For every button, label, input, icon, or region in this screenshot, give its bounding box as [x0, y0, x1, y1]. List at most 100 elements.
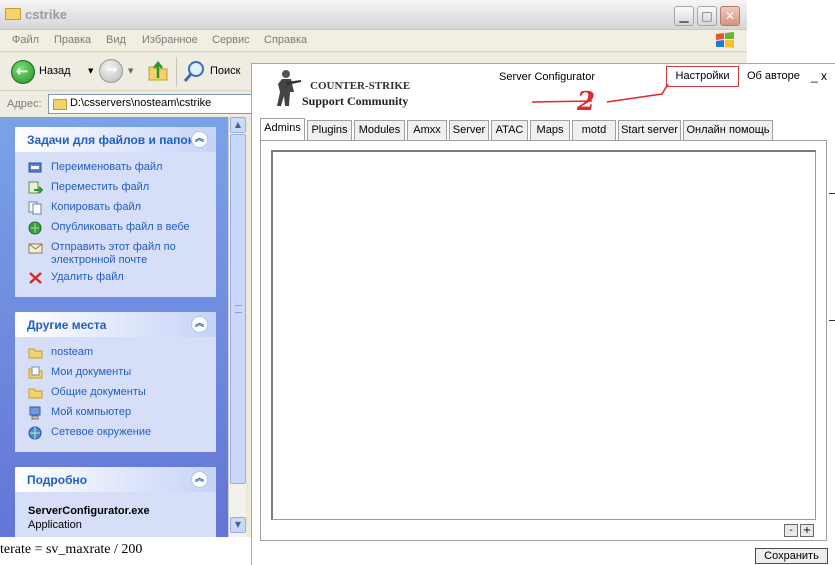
- address-value: D:\csservers\nosteam\cstrike: [70, 97, 212, 109]
- file-type: Application: [28, 519, 82, 531]
- place-nosteam[interactable]: nosteam: [15, 343, 216, 363]
- tab-admins[interactable]: Admins: [260, 118, 305, 140]
- task-move[interactable]: Переместить файл: [15, 178, 216, 198]
- edge-mark: [829, 320, 835, 321]
- menu-bar: Файл Правка Вид Избранное Сервис Справка: [0, 30, 747, 52]
- chevron-down-icon[interactable]: ▼: [128, 67, 133, 75]
- place-my-documents[interactable]: Мои документы: [15, 363, 216, 383]
- task-rename[interactable]: Переименовать файл: [15, 158, 216, 178]
- edge-mark: [829, 193, 835, 194]
- task-label: Отправить этот файл по электронной почте: [51, 241, 176, 266]
- tab-server[interactable]: Server: [449, 120, 489, 140]
- chevron-down-icon[interactable]: ▼: [88, 67, 93, 75]
- move-icon: [28, 181, 43, 194]
- delete-icon: [29, 272, 42, 284]
- collapse-icon[interactable]: ︽: [191, 471, 208, 488]
- task-delete[interactable]: Удалить файл: [15, 268, 216, 288]
- copy-icon: [28, 201, 42, 215]
- panel-header[interactable]: Другие места ︽: [15, 312, 216, 337]
- tab-bar: Admins Plugins Modules Amxx Server ATAC …: [260, 118, 780, 140]
- task-copy[interactable]: Копировать файл: [15, 198, 216, 218]
- logo-subtitle: Support Community: [302, 94, 409, 108]
- task-publish[interactable]: Опубликовать файл в вебе: [15, 218, 216, 238]
- place-label: Мой компьютер: [51, 406, 132, 418]
- search-label[interactable]: Поиск: [210, 65, 240, 77]
- publish-web-icon: [28, 221, 42, 235]
- configurator-title: Server Configurator: [499, 71, 595, 83]
- task-label: Переименовать файл: [51, 161, 163, 173]
- collapse-icon[interactable]: ︽: [191, 316, 208, 333]
- place-label: Сетевое окружение: [51, 426, 152, 438]
- tab-motd[interactable]: motd: [572, 120, 616, 140]
- minimize-button[interactable]: ▁: [674, 6, 694, 26]
- rename-icon: [28, 162, 42, 173]
- maximize-button[interactable]: □: [697, 6, 717, 26]
- tab-amxx[interactable]: Amxx: [407, 120, 447, 140]
- admins-text-area[interactable]: [271, 150, 816, 520]
- panel-header[interactable]: Задачи для файлов и папок ︽: [15, 127, 216, 152]
- tab-maps[interactable]: Maps: [530, 120, 570, 140]
- shared-documents-icon: [28, 388, 43, 399]
- menu-edit[interactable]: Правка: [54, 34, 91, 46]
- scroll-up-icon[interactable]: ▲: [230, 117, 246, 133]
- tab-content: - +: [260, 140, 827, 541]
- place-network[interactable]: Сетевое окружение: [15, 423, 216, 443]
- search-icon[interactable]: [183, 60, 207, 84]
- collapse-icon[interactable]: ︽: [191, 131, 208, 148]
- counter-strike-logo: COUNTER-STRIKE Support Community: [272, 68, 412, 112]
- menu-tools[interactable]: Сервис: [212, 34, 250, 46]
- task-label: Опубликовать файл в вебе: [51, 221, 190, 233]
- place-shared-documents[interactable]: Общие документы: [15, 383, 216, 403]
- grip-icon: [235, 305, 242, 313]
- tab-modules[interactable]: Modules: [354, 120, 405, 140]
- tab-start-server[interactable]: Start server: [618, 120, 681, 140]
- tab-atac[interactable]: ATAC: [491, 120, 528, 140]
- save-button[interactable]: Сохранить: [755, 548, 828, 564]
- window-title: cstrike: [25, 7, 67, 22]
- folder-up-icon[interactable]: [146, 59, 170, 83]
- place-my-computer[interactable]: Мой компьютер: [15, 403, 216, 423]
- annotation-label: 2: [576, 87, 595, 117]
- place-label: Мои документы: [51, 366, 132, 378]
- scroll-down-icon[interactable]: ▼: [230, 517, 246, 533]
- tab-plugins[interactable]: Plugins: [307, 120, 352, 140]
- add-button[interactable]: +: [800, 524, 814, 537]
- address-label: Адрес:: [7, 98, 42, 110]
- soldier-logo-icon: [277, 70, 301, 106]
- details-panel: Подробно ︽ ServerConfigurator.exe Applic…: [15, 467, 216, 537]
- file-tasks-panel: Задачи для файлов и папок ︽ Переименоват…: [15, 127, 216, 297]
- email-icon: [28, 243, 43, 254]
- menu-help[interactable]: Справка: [264, 34, 307, 46]
- panel-header[interactable]: Подробно ︽: [15, 467, 216, 492]
- task-label: Удалить файл: [51, 271, 124, 283]
- place-label: Общие документы: [51, 386, 146, 398]
- task-label: Копировать файл: [51, 201, 142, 213]
- back-arrow-icon: ←: [11, 60, 35, 84]
- my-documents-icon: [28, 366, 43, 379]
- folder-icon: [5, 8, 21, 20]
- menu-view[interactable]: Вид: [106, 34, 126, 46]
- about-link[interactable]: Об авторе: [747, 70, 800, 82]
- server-configurator-window: COUNTER-STRIKE Support Community Server …: [251, 63, 835, 565]
- scroll-thumb[interactable]: [230, 134, 246, 484]
- close-icon: ✕: [724, 9, 736, 23]
- menu-file[interactable]: Файл: [12, 34, 39, 46]
- back-label: Назад: [39, 65, 71, 77]
- menu-favorites[interactable]: Избранное: [142, 34, 198, 46]
- close-link[interactable]: x: [821, 69, 827, 83]
- minimize-icon: ▁: [679, 9, 689, 23]
- back-button[interactable]: ← Назад ▼: [8, 59, 93, 85]
- file-name: ServerConfigurator.exe: [28, 505, 150, 517]
- background-text: terate = sv_maxrate / 200: [0, 542, 143, 557]
- remove-button[interactable]: -: [784, 524, 798, 537]
- minimize-link[interactable]: _: [811, 69, 818, 83]
- vertical-scrollbar[interactable]: ▲ ▼: [228, 117, 246, 537]
- panel-title: Задачи для файлов и папок: [27, 133, 194, 147]
- close-button[interactable]: ✕: [720, 6, 740, 26]
- tab-online-help[interactable]: Онлайн помощь: [683, 120, 773, 140]
- settings-link[interactable]: Настройки: [666, 66, 739, 87]
- explorer-titlebar[interactable]: cstrike ▁ □ ✕: [0, 0, 747, 30]
- windows-logo-icon: [716, 32, 734, 48]
- task-email[interactable]: Отправить этот файл по электронной почте: [15, 238, 216, 268]
- forward-button[interactable]: →: [99, 59, 123, 83]
